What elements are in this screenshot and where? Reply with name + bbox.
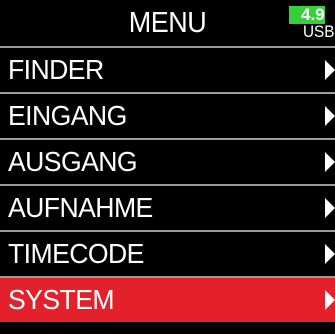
menu-item-label: FINDER — [8, 54, 104, 85]
chevron-right-icon — [325, 60, 335, 80]
device-screen: MENU 4.9 USB FINDER EINGANG AUSGANG AUFN… — [0, 0, 335, 334]
page-title: MENU — [128, 7, 207, 39]
menu-item-timecode[interactable]: TIMECODE — [0, 230, 335, 276]
menu-item-label: EINGANG — [8, 100, 127, 131]
menu-item-aufnahme[interactable]: AUFNAHME — [0, 184, 335, 230]
battery-indicator: 4.9 USB — [289, 6, 335, 41]
menu-item-label: AUSGANG — [8, 146, 138, 177]
menu-item-label: AUFNAHME — [8, 192, 153, 223]
menu-list: FINDER EINGANG AUSGANG AUFNAHME TIMECODE… — [0, 46, 335, 322]
menu-item-label: TIMECODE — [8, 238, 144, 269]
chevron-right-icon — [325, 198, 335, 218]
chevron-right-icon — [325, 152, 335, 172]
menu-item-finder[interactable]: FINDER — [0, 46, 335, 92]
chevron-right-icon — [325, 290, 335, 310]
menu-item-ausgang[interactable]: AUSGANG — [0, 138, 335, 184]
menu-item-eingang[interactable]: EINGANG — [0, 92, 335, 138]
power-source-label: USB — [303, 22, 335, 41]
chevron-right-icon — [325, 244, 335, 264]
chevron-right-icon — [325, 106, 335, 126]
header: MENU 4.9 USB — [0, 0, 335, 46]
menu-item-system[interactable]: SYSTEM — [0, 276, 335, 322]
menu-item-label: SYSTEM — [8, 284, 115, 315]
